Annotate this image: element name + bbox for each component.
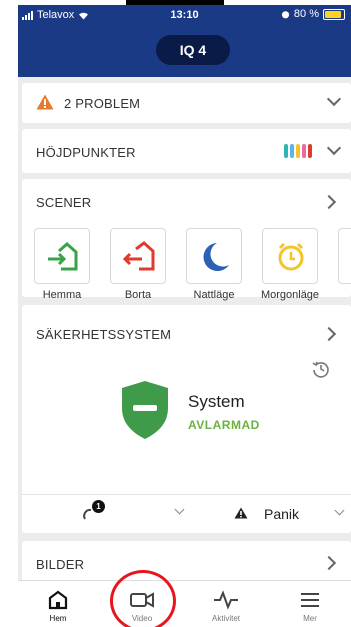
nav-label: Hem — [49, 614, 67, 623]
scene-tile-borta[interactable] — [110, 228, 166, 284]
scenes-label: SCENER — [36, 195, 92, 210]
scene-tile-hemma[interactable] — [34, 228, 90, 284]
scene-tile-nattlage[interactable] — [186, 228, 242, 284]
chevron-right-icon[interactable] — [321, 326, 337, 342]
nav-label: Mer — [303, 614, 317, 623]
images-label: BILDER — [36, 557, 85, 572]
highlights-label: HÖJDPUNKTER — [36, 145, 136, 160]
warning-icon — [36, 94, 54, 110]
chevron-right-icon[interactable] — [321, 555, 337, 571]
problems-card[interactable]: 2 PROBLEM — [22, 83, 351, 123]
nav-home[interactable]: Hem — [18, 581, 98, 627]
panic-label: Panik — [264, 506, 300, 522]
lock-control[interactable]: 1 — [82, 500, 202, 528]
nav-more[interactable]: Mer — [270, 581, 350, 627]
shield-disarmed-icon — [122, 381, 168, 439]
activity-icon — [214, 590, 238, 610]
system-name: System — [188, 392, 245, 411]
highlight-circle — [110, 570, 176, 627]
highlights-card[interactable]: HÖJDPUNKTER — [22, 129, 351, 173]
problems-label: 2 PROBLEM — [64, 96, 141, 111]
alarm-clock-icon — [278, 242, 304, 271]
scene-tile-partial[interactable] — [338, 228, 351, 284]
scenes-card: SCENER Hemma Borta Nattläge Morgonläge — [22, 179, 351, 301]
scene-label: Nattläge — [193, 289, 235, 301]
home-icon — [48, 590, 68, 610]
images-card[interactable]: BILDER — [22, 541, 351, 580]
app-header: Telavox 13:10 80 % IQ 4 — [18, 5, 351, 77]
dashboard-content: 2 PROBLEM HÖJDPUNKTER SCENER Hemma Borta… — [18, 77, 351, 580]
status-bar: Telavox 13:10 80 % — [18, 5, 351, 27]
site-title: IQ 4 — [179, 42, 207, 58]
bottom-navigation: Hem Video Aktivitet Mer — [18, 580, 351, 627]
chevron-down-icon[interactable] — [326, 140, 342, 156]
chevron-down-icon[interactable] — [326, 91, 342, 107]
scene-label: Hemma — [42, 289, 82, 301]
system-status: AVLARMAD — [188, 418, 260, 432]
security-label: SÄKERHETSSYSTEM — [36, 327, 172, 342]
home-leave-icon — [122, 241, 155, 271]
nav-activity[interactable]: Aktivitet — [186, 581, 266, 627]
panic-control[interactable]: Panik — [220, 500, 350, 528]
menu-icon — [301, 593, 319, 607]
scene-tile-morgonlage[interactable] — [262, 228, 318, 284]
scene-label: Borta — [124, 289, 152, 301]
nav-label: Aktivitet — [211, 614, 240, 623]
highlights-color-icon — [284, 144, 312, 158]
warning-icon — [234, 507, 248, 519]
alarm-icon — [281, 10, 290, 18]
chevron-down-icon — [174, 504, 185, 515]
home-arrive-icon — [48, 242, 78, 271]
lock-badge: 1 — [92, 500, 105, 513]
moon-icon — [203, 243, 229, 271]
security-card: SÄKERHETSSYSTEM System AVLARMAD 1 Panik — [22, 305, 351, 533]
scene-label: Öp — [328, 289, 351, 301]
site-selector-button[interactable]: IQ 4 — [156, 35, 230, 65]
history-icon[interactable] — [311, 359, 331, 379]
battery-percent: 80 % — [293, 8, 319, 20]
chevron-right-icon[interactable] — [321, 194, 337, 210]
battery-icon — [323, 8, 345, 20]
action-divider — [22, 494, 351, 495]
scene-label: Morgonläge — [260, 289, 320, 301]
chevron-down-icon — [334, 505, 345, 516]
